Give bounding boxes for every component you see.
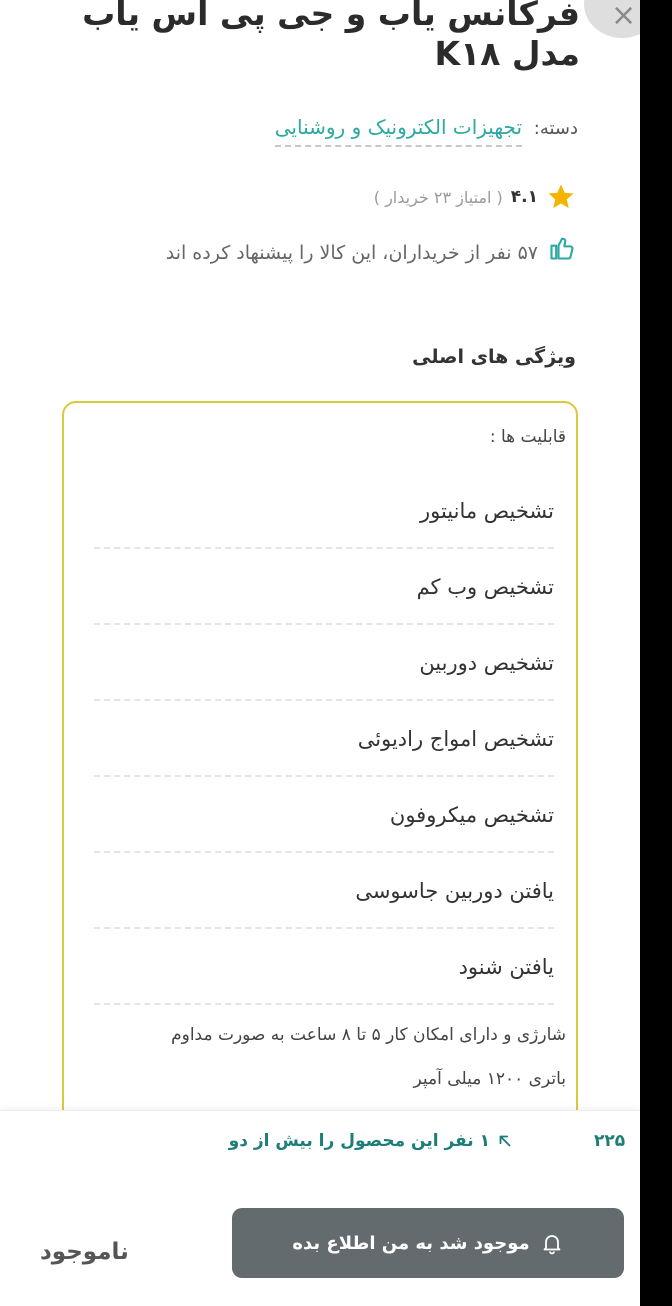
- rating-row: ۴.۱ ( امتیاز ۲۳ خریدار ): [374, 182, 576, 212]
- arrow-up-left-icon: [499, 1135, 511, 1147]
- category-link[interactable]: تجهیزات الکترونیک و روشنایی: [274, 115, 523, 147]
- feature-item: تشخیص میکروفون: [94, 777, 554, 853]
- thumbs-up-icon: [550, 237, 574, 260]
- star-icon: [548, 184, 574, 209]
- notify-me-button[interactable]: موجود شد به من اطلاع بده: [232, 1208, 624, 1278]
- feature-item: یافتن شنود: [94, 929, 554, 1005]
- recommendation-row: ۵۷ نفر از خریداران، این کالا را پیشنهاد …: [66, 230, 576, 276]
- product-sheet: × فرکانس یاب و جی پی اس یاب مدل K۱۸ دسته…: [0, 0, 640, 1306]
- buyers-info: ۱ نفر این محصول را بیش از دو: [229, 1131, 514, 1151]
- capabilities-label: قابلیت ها :: [489, 427, 566, 447]
- bell-icon: [543, 1235, 561, 1255]
- feature-list: تشخیص مانیتور تشخیص وب کم تشخیص دوربین ت…: [94, 473, 554, 1005]
- category-row: دسته: تجهیزات الکترونیک و روشنایی: [274, 115, 578, 147]
- product-title: فرکانس یاب و جی پی اس یاب مدل K۱۸: [82, 0, 580, 73]
- feature-description: شارژی و دارای امکان کار ۵ تا ۸ ساعت به ص…: [76, 1013, 566, 1101]
- rating-count: ( امتیاز ۲۳ خریدار ): [373, 187, 503, 207]
- rating-value: ۴.۱: [510, 187, 538, 207]
- availability-status: ناموجود: [40, 1239, 129, 1265]
- bottom-bar: ۲۲۵ ۱ نفر این محصول را بیش از دو موجود ش…: [0, 1110, 640, 1306]
- buyers-text: ۱ نفر این محصول را بیش از دو: [228, 1131, 490, 1151]
- feature-item: تشخیص دوربین: [94, 625, 554, 701]
- feature-item: تشخیص مانیتور: [94, 473, 554, 549]
- description-line: باتری ۱۲۰۰ میلی آمپر: [413, 1069, 566, 1089]
- feature-item: تشخیص امواج رادیوئی: [94, 701, 554, 777]
- close-button[interactable]: ×: [584, 0, 640, 38]
- description-line: شارژی و دارای امکان کار ۵ تا ۸ ساعت به ص…: [171, 1025, 566, 1045]
- category-label: دسته:: [533, 118, 578, 139]
- feature-item: یافتن دوربین جاسوسی: [94, 853, 554, 929]
- notify-label: موجود شد به من اطلاع بده: [292, 1232, 530, 1254]
- feature-item: تشخیص وب کم: [94, 549, 554, 625]
- recommendation-text: ۵۷ نفر از خریداران، این کالا را پیشنهاد …: [165, 242, 538, 264]
- price: ۲۲۵: [594, 1131, 626, 1151]
- close-icon: ×: [611, 0, 637, 33]
- features-box: قابلیت ها : تشخیص مانیتور تشخیص وب کم تش…: [62, 401, 578, 1165]
- features-title: ویژگی های اصلی: [412, 346, 576, 368]
